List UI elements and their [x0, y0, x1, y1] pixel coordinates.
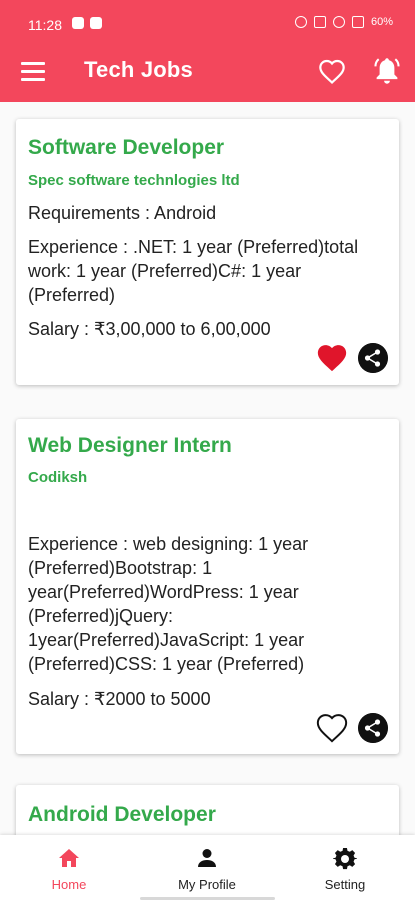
heart-outline-icon[interactable]	[318, 58, 346, 86]
menu-icon[interactable]	[21, 62, 45, 82]
share-icon[interactable]	[358, 713, 388, 743]
job-title: Android Developer	[28, 803, 216, 826]
status-bar: 11:28 60%	[0, 0, 415, 44]
app-bar: Tech Jobs	[0, 44, 415, 102]
job-title: Web Designer Intern	[28, 434, 232, 457]
mute-icon	[313, 16, 326, 28]
nav-home[interactable]: Home	[0, 835, 138, 900]
nav-label: My Profile	[178, 877, 236, 892]
job-card[interactable]: Software Developer Spec software technlo…	[16, 119, 399, 385]
job-card[interactable]: Web Designer Intern Codiksh Experience :…	[16, 419, 399, 754]
company-name: Spec software technlogies ltd	[28, 172, 240, 189]
favorite-outline-icon[interactable]	[315, 711, 349, 743]
home-icon	[59, 849, 79, 867]
job-salary: Salary : ₹3,00,000 to 6,00,000	[28, 319, 271, 339]
nav-label: Home	[51, 877, 87, 892]
nav-setting[interactable]: Setting	[276, 835, 414, 900]
signal-icon	[351, 16, 364, 28]
nav-my-profile[interactable]: My Profile	[138, 835, 276, 900]
status-time: 11:28	[28, 17, 62, 33]
notification-icons	[72, 17, 102, 29]
job-salary: Salary : ₹2000 to 5000	[28, 689, 211, 709]
gear-icon	[333, 847, 357, 870]
message-icon	[72, 17, 84, 29]
nav-label: Setting	[324, 877, 366, 892]
company-name: Codiksh	[28, 469, 88, 486]
job-experience: Experience : web designing: 1 year (Pref…	[28, 534, 309, 674]
app-title: Tech Jobs	[84, 57, 193, 82]
share-icon[interactable]	[358, 343, 388, 373]
battery-level: 60%	[370, 16, 393, 28]
person-icon	[198, 849, 216, 867]
wifi-icon	[332, 16, 345, 28]
bottom-navigation: Home My Profile Setting	[0, 835, 415, 900]
alarm-icon	[294, 16, 307, 28]
job-experience: Experience : .NET: 1 year (Preferred)tot…	[28, 237, 359, 305]
job-requirements: Requirements : Android	[28, 203, 217, 223]
bell-icon[interactable]	[373, 56, 401, 86]
favorite-filled-icon[interactable]	[315, 341, 349, 373]
bluetooth-icon	[90, 17, 102, 29]
job-title: Software Developer	[28, 136, 225, 159]
system-icons: 60%	[294, 16, 393, 28]
